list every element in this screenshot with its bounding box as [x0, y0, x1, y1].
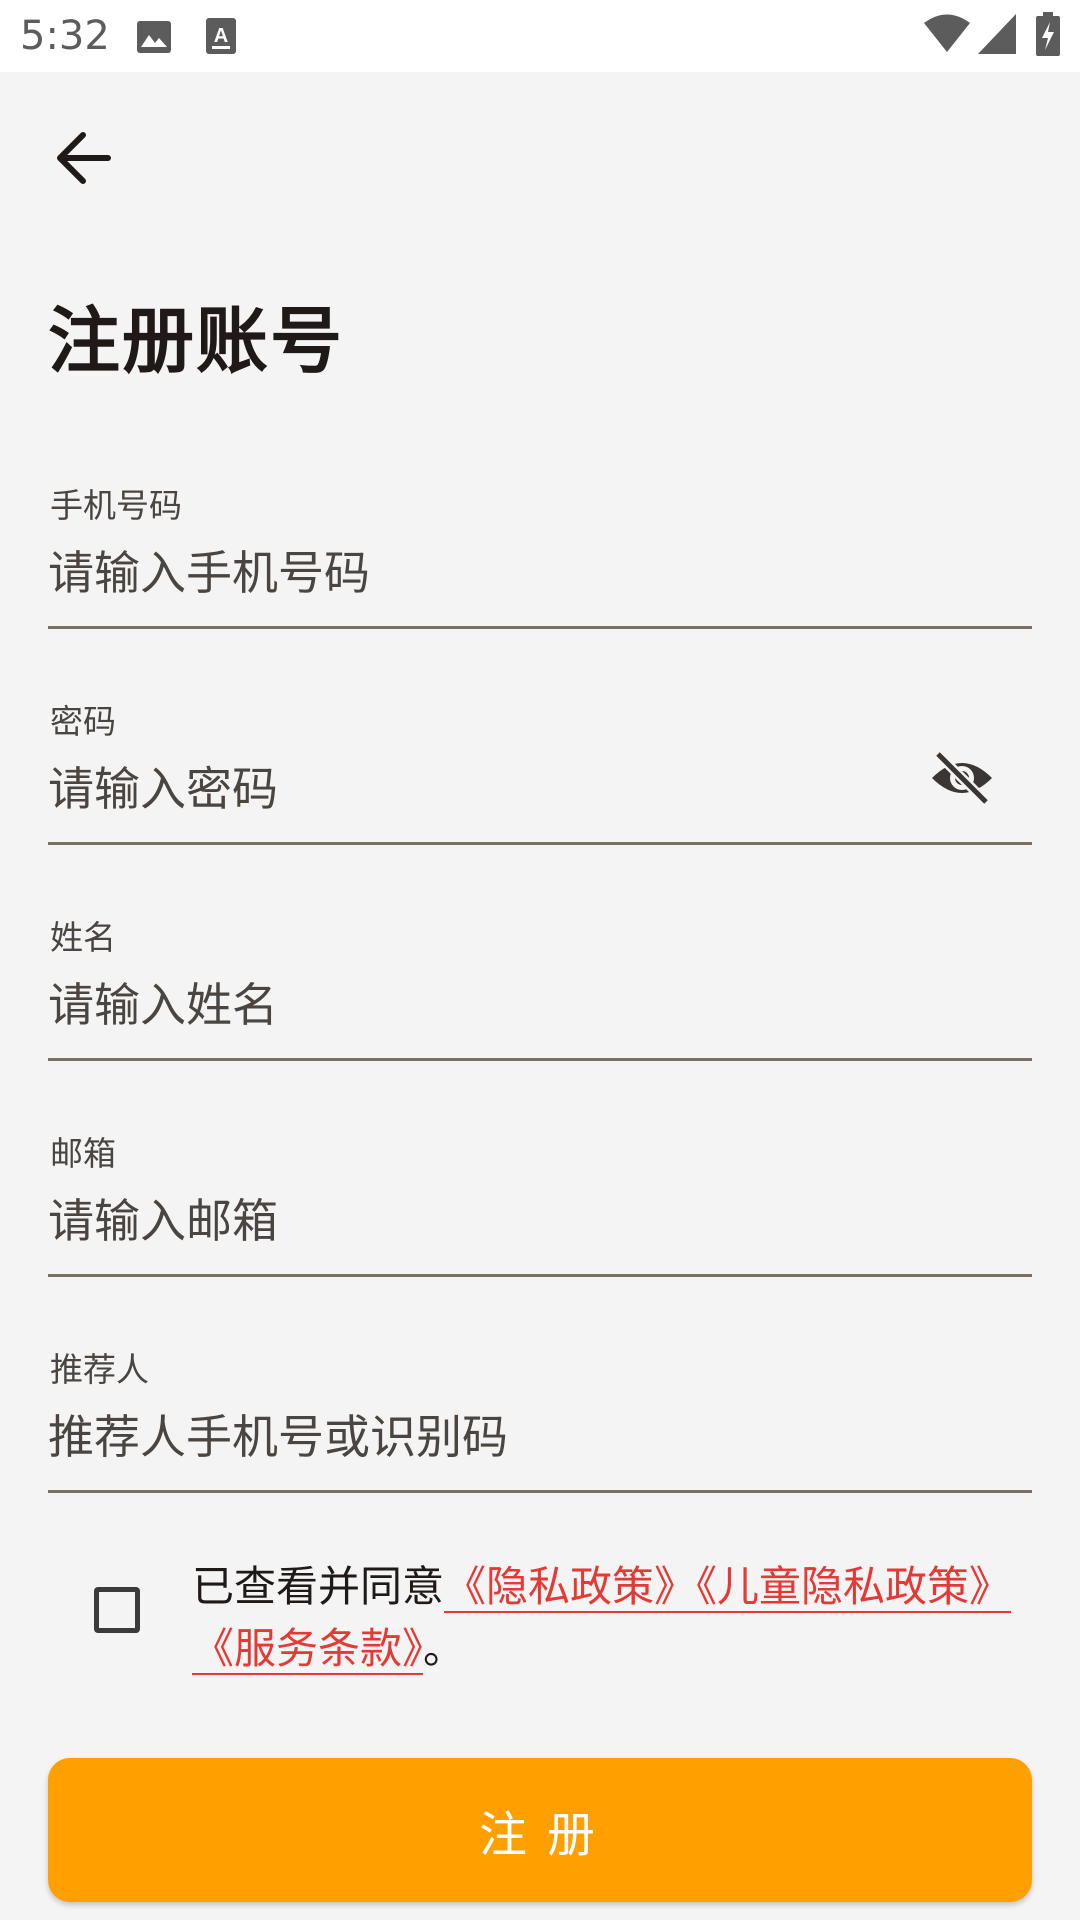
phone-input[interactable] — [48, 538, 928, 608]
wifi-icon — [924, 14, 970, 58]
arrow-left-icon — [56, 132, 112, 188]
terms-of-service-link[interactable]: 《服务条款》 — [192, 1624, 423, 1673]
email-field: 邮箱 — [48, 1134, 1032, 1284]
svg-text:A: A — [214, 25, 228, 47]
password-label: 密码 — [50, 702, 116, 741]
referrer-input[interactable] — [48, 1402, 928, 1472]
email-input[interactable] — [48, 1186, 928, 1256]
name-input[interactable] — [48, 970, 928, 1040]
password-visibility-toggle[interactable] — [924, 742, 1000, 818]
referrer-field: 推荐人 — [48, 1350, 1032, 1500]
name-field: 姓名 — [48, 918, 1032, 1068]
referrer-label: 推荐人 — [50, 1350, 149, 1389]
phone-underline — [48, 626, 1032, 629]
status-bar: 5:32 A — [0, 0, 1080, 72]
password-field: 密码 — [48, 702, 1032, 852]
image-icon — [136, 20, 172, 58]
referrer-underline — [48, 1490, 1032, 1493]
register-button[interactable]: 注册 — [48, 1758, 1032, 1902]
phone-label: 手机号码 — [50, 486, 182, 525]
page-title: 注册账号 — [48, 299, 345, 383]
child-privacy-policy-link[interactable]: 《儿童隐私政策》 — [696, 1562, 1011, 1611]
agreement-text: 已查看并同意《隐私政策》《儿童隐私政策》《服务条款》。 — [192, 1556, 1042, 1680]
password-input[interactable] — [48, 754, 928, 824]
email-label: 邮箱 — [50, 1134, 116, 1173]
a-text-icon: A — [206, 18, 236, 58]
eye-off-icon — [928, 750, 996, 810]
name-label: 姓名 — [50, 918, 116, 957]
privacy-policy-link[interactable]: 《隐私政策》 — [444, 1562, 696, 1611]
phone-field: 手机号码 — [48, 486, 1032, 636]
agreement-checkbox[interactable] — [94, 1587, 140, 1633]
back-button[interactable] — [44, 120, 124, 200]
agreement-suffix: 。 — [423, 1624, 466, 1673]
cellular-signal-icon — [978, 14, 1016, 58]
status-time: 5:32 — [20, 13, 110, 59]
password-underline — [48, 842, 1032, 845]
battery-charging-icon — [1036, 12, 1060, 60]
agreement-prefix: 已查看并同意 — [192, 1562, 445, 1611]
email-underline — [48, 1274, 1032, 1277]
name-underline — [48, 1058, 1032, 1061]
